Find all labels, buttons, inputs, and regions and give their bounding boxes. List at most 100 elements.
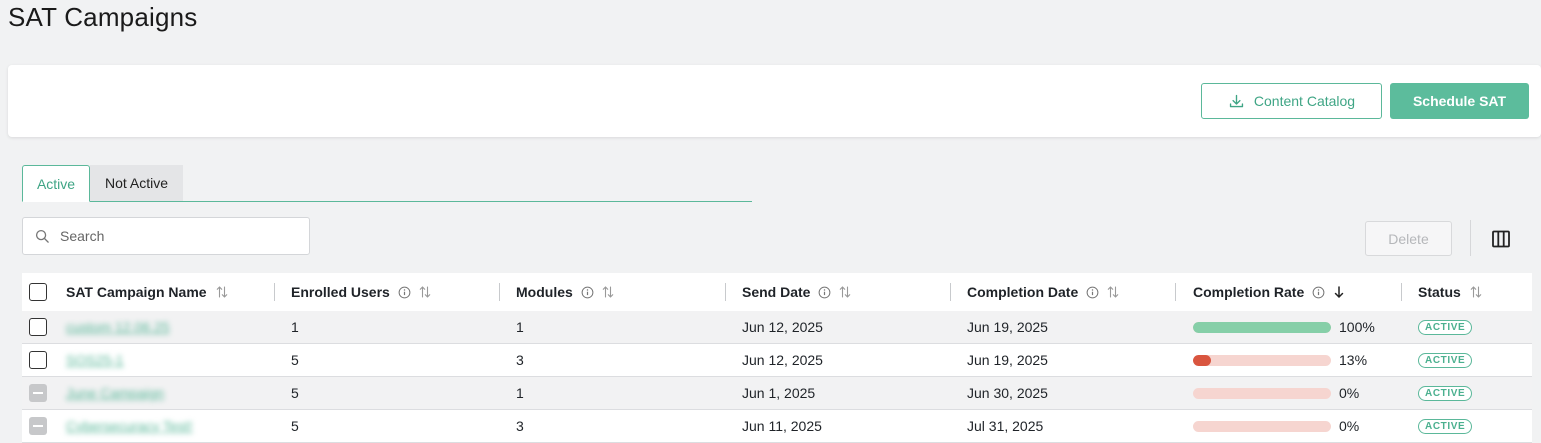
send-date-value: Jun 12, 2025	[742, 352, 823, 368]
completion-date-value: Jun 19, 2025	[967, 352, 1048, 368]
column-separator[interactable]	[950, 283, 951, 301]
progress-bar-track	[1193, 321, 1331, 333]
column-header: Modules	[516, 273, 615, 311]
column-separator[interactable]	[499, 283, 500, 301]
completion-rate-value: 0%	[1339, 385, 1360, 401]
tab-not-active[interactable]: Not Active	[90, 165, 183, 201]
info-icon[interactable]	[398, 286, 411, 299]
sort-icon[interactable]	[1469, 285, 1483, 299]
campaigns-table: SAT Campaign Name Enrolled Users Modules Se…	[22, 273, 1532, 443]
column-header-label: SAT Campaign Name	[66, 284, 207, 300]
search-input[interactable]	[60, 228, 280, 244]
column-header-label: Modules	[516, 284, 573, 300]
modules-cell: 3	[516, 344, 524, 376]
column-header-icons	[581, 285, 615, 299]
column-header: Completion Date	[967, 273, 1120, 311]
table-row[interactable]: custom 12.06.25 1 1 Jun 12, 2025 Jun 19, 202…	[22, 311, 1532, 344]
status-badge: ACTIVE	[1418, 385, 1473, 401]
send-date-value: Jun 1, 2025	[742, 385, 816, 401]
table-row[interactable]: Cybersecuracy Test! 5 3 Jun 11, 2025 Jul 31,…	[22, 410, 1532, 443]
schedule-sat-button[interactable]: Schedule SAT	[1390, 83, 1529, 119]
content-catalog-label: Content Catalog	[1253, 93, 1356, 109]
completion-rate-cell: 13%	[1193, 344, 1367, 376]
column-separator[interactable]	[274, 283, 275, 301]
row-checkbox[interactable]	[29, 318, 47, 336]
modules-value: 1	[516, 319, 524, 335]
column-header: Enrolled Users	[291, 273, 432, 311]
campaign-name-link[interactable]: June Campaign	[66, 385, 164, 401]
campaign-name-link[interactable]: custom 12.06.25	[66, 319, 170, 335]
enrolled-users-cell: 1	[291, 311, 299, 343]
search-icon	[35, 229, 49, 243]
campaign-name-cell: SOS25-1	[66, 344, 124, 376]
enrolled-users-cell: 5	[291, 377, 299, 409]
row-checkbox[interactable]	[29, 351, 47, 369]
campaign-name-link[interactable]: Cybersecuracy Test!	[66, 418, 193, 434]
sort-icon[interactable]	[601, 285, 615, 299]
sort-icon[interactable]	[838, 285, 852, 299]
send-date-cell: Jun 1, 2025	[742, 377, 815, 409]
completion-rate-value: 13%	[1339, 352, 1368, 368]
columns-icon	[1492, 230, 1510, 248]
completion-rate-cell: 0%	[1193, 410, 1359, 442]
column-separator[interactable]	[1401, 283, 1402, 301]
progress-bar-track	[1193, 387, 1331, 399]
action-card: Content Catalog Schedule SAT	[8, 65, 1541, 137]
enrolled-users-value: 1	[291, 319, 299, 335]
modules-value: 3	[516, 418, 524, 434]
status-cell: ACTIVE	[1418, 377, 1473, 409]
column-header-icons	[215, 285, 229, 299]
send-date-cell: Jun 12, 2025	[742, 344, 823, 376]
enrolled-users-value: 5	[291, 385, 299, 401]
schedule-sat-label: Schedule SAT	[1412, 93, 1507, 109]
sort-icon[interactable]	[215, 285, 229, 299]
column-header-label: Status	[1418, 284, 1461, 300]
info-icon[interactable]	[581, 286, 594, 299]
modules-cell: 3	[516, 410, 524, 442]
column-header: Completion Rate	[1193, 273, 1346, 311]
status-cell: ACTIVE	[1418, 344, 1473, 376]
info-icon[interactable]	[1312, 286, 1325, 299]
search-box	[22, 217, 310, 255]
table-row[interactable]: SOS25-1 5 3 Jun 12, 2025 Jun 19, 2025 13% ACTI…	[22, 344, 1532, 377]
status-badge: ACTIVE	[1418, 418, 1473, 434]
column-separator[interactable]	[725, 283, 726, 301]
modules-value: 1	[516, 385, 524, 401]
info-icon[interactable]	[1086, 286, 1099, 299]
completion-date-value: Jul 31, 2025	[967, 418, 1044, 434]
column-separator[interactable]	[1175, 283, 1176, 301]
column-header-icons	[398, 285, 432, 299]
completion-rate-value: 0%	[1339, 418, 1360, 434]
campaign-name-cell: June Campaign	[66, 377, 164, 409]
table-body: custom 12.06.25 1 1 Jun 12, 2025 Jun 19, 202…	[22, 311, 1532, 443]
progress-bar-track	[1193, 354, 1331, 366]
completion-date-value: Jun 19, 2025	[967, 319, 1048, 335]
table-header: SAT Campaign Name Enrolled Users Modules Se…	[22, 273, 1532, 311]
send-date-value: Jun 12, 2025	[742, 319, 823, 335]
info-icon[interactable]	[818, 286, 831, 299]
row-checkbox	[29, 384, 47, 402]
tab-active[interactable]: Active	[22, 165, 90, 202]
columns-button[interactable]	[1489, 227, 1513, 251]
enrolled-users-cell: 5	[291, 344, 299, 376]
column-header-icons	[1469, 285, 1483, 299]
content-catalog-button[interactable]: Content Catalog	[1201, 83, 1382, 119]
modules-value: 3	[516, 352, 524, 368]
status-cell: ACTIVE	[1418, 311, 1473, 343]
completion-date-cell: Jul 31, 2025	[967, 410, 1043, 442]
enrolled-users-value: 5	[291, 418, 299, 434]
campaign-name-link[interactable]: SOS25-1	[66, 352, 124, 368]
sort-desc-icon[interactable]	[1332, 285, 1346, 299]
select-all-checkbox[interactable]	[29, 283, 47, 301]
page-title: SAT Campaigns	[8, 2, 198, 32]
sort-icon[interactable]	[1106, 285, 1120, 299]
completion-date-cell: Jun 30, 2025	[967, 377, 1048, 409]
completion-date-value: Jun 30, 2025	[967, 385, 1048, 401]
delete-button[interactable]: Delete	[1365, 221, 1452, 256]
table-row[interactable]: June Campaign 5 1 Jun 1, 2025 Jun 30, 2025 0%…	[22, 377, 1532, 410]
toolbar-divider	[1470, 220, 1471, 256]
download-icon	[1229, 94, 1244, 107]
sort-icon[interactable]	[418, 285, 432, 299]
modules-cell: 1	[516, 311, 524, 343]
status-cell: ACTIVE	[1418, 410, 1473, 442]
